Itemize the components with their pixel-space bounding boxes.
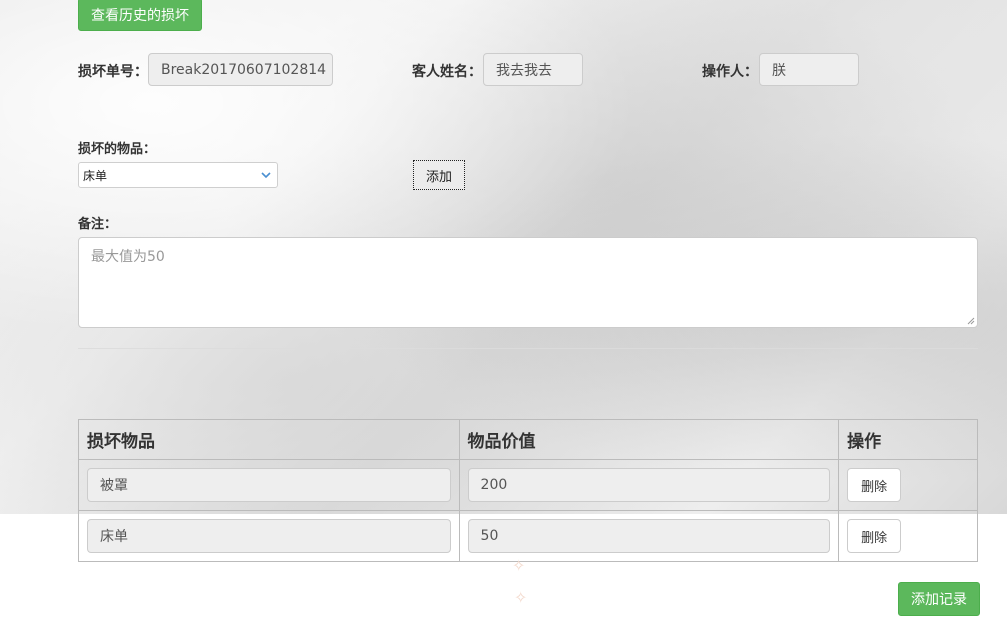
divider: [78, 348, 978, 349]
value-field[interactable]: 50: [467, 519, 831, 553]
delete-button[interactable]: 删除: [847, 468, 902, 502]
value-cell: 50: [458, 510, 840, 562]
operator-field[interactable]: 朕: [759, 53, 859, 86]
damaged-item-label: 损坏的物品：: [78, 142, 157, 157]
item-field[interactable]: 被罩: [87, 468, 451, 502]
break-no-field[interactable]: Break20170607102814: [148, 53, 333, 86]
remark-textarea[interactable]: 最大值为50: [78, 237, 978, 328]
view-history-button[interactable]: 查看历史的损坏: [78, 0, 202, 31]
sparkle-decoration: ✧: [512, 556, 526, 575]
damage-records-table: 损坏物品 物品价值 操作 被罩 200 删除 床单 50 删除: [78, 419, 978, 562]
damaged-item-select[interactable]: 床单: [78, 162, 278, 188]
delete-button[interactable]: 删除: [847, 519, 902, 553]
value-field[interactable]: 200: [467, 468, 831, 502]
item-field[interactable]: 床单: [87, 519, 451, 553]
table-row: 床单 50 删除: [78, 510, 978, 562]
sparkle-decoration: ✧: [514, 588, 528, 607]
item-cell: 被罩: [78, 459, 460, 511]
column-header-item: 损坏物品: [78, 419, 460, 460]
chevron-down-icon: [261, 172, 271, 179]
resize-handle-icon[interactable]: [966, 316, 975, 325]
column-header-value: 物品价值: [458, 419, 840, 460]
value-cell: 200: [458, 459, 840, 511]
guest-name-label: 客人姓名：: [412, 64, 482, 80]
item-cell: 床单: [78, 510, 460, 562]
damaged-item-select-value: 床单: [83, 168, 108, 183]
table-header-row: 损坏物品 物品价值 操作: [78, 419, 978, 460]
action-cell: 删除: [838, 510, 978, 562]
add-record-button[interactable]: 添加记录: [898, 582, 980, 616]
operator-label: 操作人：: [702, 64, 758, 80]
remark-placeholder: 最大值为50: [91, 249, 165, 265]
guest-name-field[interactable]: 我去我去: [483, 53, 583, 86]
break-no-label: 损坏单号：: [78, 64, 148, 80]
column-header-action: 操作: [838, 419, 978, 460]
table-row: 被罩 200 删除: [78, 459, 978, 511]
remark-label: 备注：: [78, 217, 118, 232]
action-cell: 删除: [838, 459, 978, 511]
add-item-button[interactable]: 添加: [413, 160, 465, 190]
